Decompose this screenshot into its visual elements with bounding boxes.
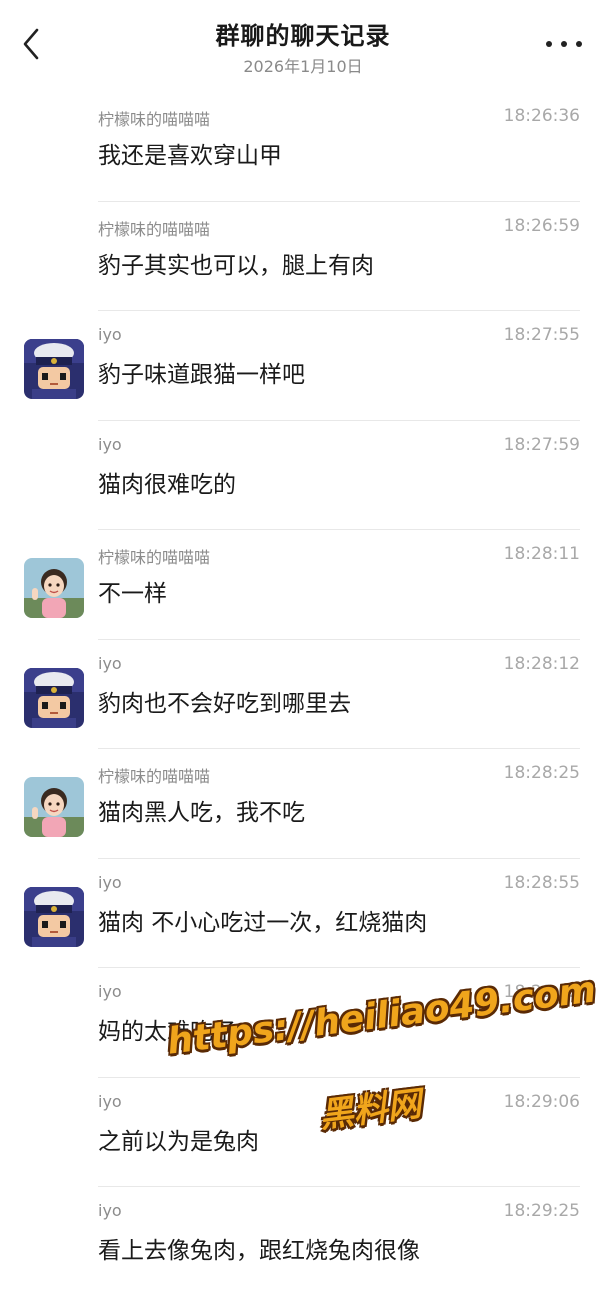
sender-name: 柠檬味的喵喵喵 — [98, 110, 211, 129]
sender-name: iyo — [98, 653, 122, 673]
message-row[interactable]: iyo 18:27:59 猫肉很难吃的 — [0, 421, 606, 530]
sender-name: 柠檬味的喵喵喵 — [98, 548, 211, 567]
sender-name: iyo — [98, 1091, 122, 1111]
sender-name: iyo — [98, 872, 122, 892]
message-row[interactable]: iyo 18:29:02 妈的太难吃了 — [0, 968, 606, 1078]
dot — [576, 41, 582, 47]
dot — [561, 41, 567, 47]
iyo-avatar-icon — [24, 667, 84, 728]
avatar[interactable] — [24, 558, 84, 618]
avatar[interactable] — [24, 777, 84, 837]
page-date: 2026年1月10日 — [243, 57, 363, 76]
message-row[interactable]: 柠檬味的喵喵喵 18:28:11 不一样 — [0, 530, 606, 640]
message-text: 猫肉黑人吃，我不吃 — [98, 800, 305, 826]
message-row[interactable]: iyo 18:29:06 之前以为是兔肉 — [0, 1078, 606, 1187]
message-time: 18:29:06 — [503, 1091, 580, 1112]
message-row[interactable]: 柠檬味的喵喵喵 18:26:59 豹子其实也可以，腿上有肉 — [0, 202, 606, 311]
message-time: 18:28:25 — [503, 763, 580, 783]
message-time: 18:27:55 — [503, 325, 580, 345]
lemon-avatar-icon — [24, 777, 84, 837]
message-text: 之前以为是兔肉 — [98, 1128, 259, 1155]
message-text: 豹肉也不会好吃到哪里去 — [98, 690, 351, 717]
message-text: 猫肉 不小心吃过一次，红烧猫肉 — [98, 909, 428, 936]
message-row[interactable]: iyo 18:29:25 看上去像兔肉，跟红烧兔肉很像 — [0, 1187, 606, 1297]
sender-name: 柠檬味的喵喵喵 — [98, 219, 211, 239]
avatar[interactable] — [24, 886, 84, 947]
sender-name: iyo — [98, 434, 122, 454]
sender-name: iyo — [98, 325, 122, 344]
message-row[interactable]: iyo 18:28:55 猫肉 不小心吃过一次，红烧猫肉 — [0, 859, 606, 968]
sender-name: iyo — [98, 1201, 122, 1220]
dot — [546, 41, 552, 47]
message-row[interactable]: iyo 18:28:12 豹肉也不会好吃到哪里去 — [0, 640, 606, 749]
avatar[interactable] — [24, 339, 84, 399]
message-time: 18:29:02 — [503, 982, 580, 1002]
message-text: 看上去像兔肉，跟红烧兔肉很像 — [98, 1238, 420, 1264]
message-text: 豹子味道跟猫一样吧 — [98, 362, 305, 388]
avatar[interactable] — [24, 667, 84, 728]
message-text: 豹子其实也可以，腿上有肉 — [98, 252, 374, 279]
message-text: 不一样 — [98, 581, 167, 607]
message-time: 18:29:25 — [503, 1201, 580, 1221]
message-text: 我还是喜欢穿山甲 — [98, 143, 282, 169]
message-time: 18:28:11 — [503, 544, 580, 564]
message-time: 18:28:12 — [503, 653, 580, 674]
iyo-avatar-icon — [24, 886, 84, 947]
page-title: 群聊的聊天记录 — [215, 22, 391, 50]
message-list: 柠檬味的喵喵喵 18:26:36 我还是喜欢穿山甲 柠檬味的喵喵喵 18:26:… — [0, 92, 606, 1297]
message-row[interactable]: iyo 18:27:55 豹子味道跟猫一样吧 — [0, 311, 606, 421]
sender-name: 柠檬味的喵喵喵 — [98, 767, 211, 786]
more-options-button[interactable] — [546, 32, 582, 56]
lemon-avatar-icon — [24, 558, 84, 618]
message-text: 猫肉很难吃的 — [98, 471, 236, 498]
message-time: 18:26:36 — [503, 106, 580, 126]
message-time: 18:26:59 — [503, 215, 580, 236]
chat-header: 群聊的聊天记录 2026年1月10日 — [0, 0, 606, 92]
sender-name: iyo — [98, 982, 122, 1001]
message-row[interactable]: 柠檬味的喵喵喵 18:28:25 猫肉黑人吃，我不吃 — [0, 749, 606, 859]
message-row[interactable]: 柠檬味的喵喵喵 18:26:36 我还是喜欢穿山甲 — [0, 92, 606, 202]
iyo-avatar-icon — [24, 339, 84, 399]
message-time: 18:28:55 — [503, 872, 580, 893]
message-text: 妈的太难吃了 — [98, 1019, 236, 1045]
message-time: 18:27:59 — [503, 434, 580, 455]
